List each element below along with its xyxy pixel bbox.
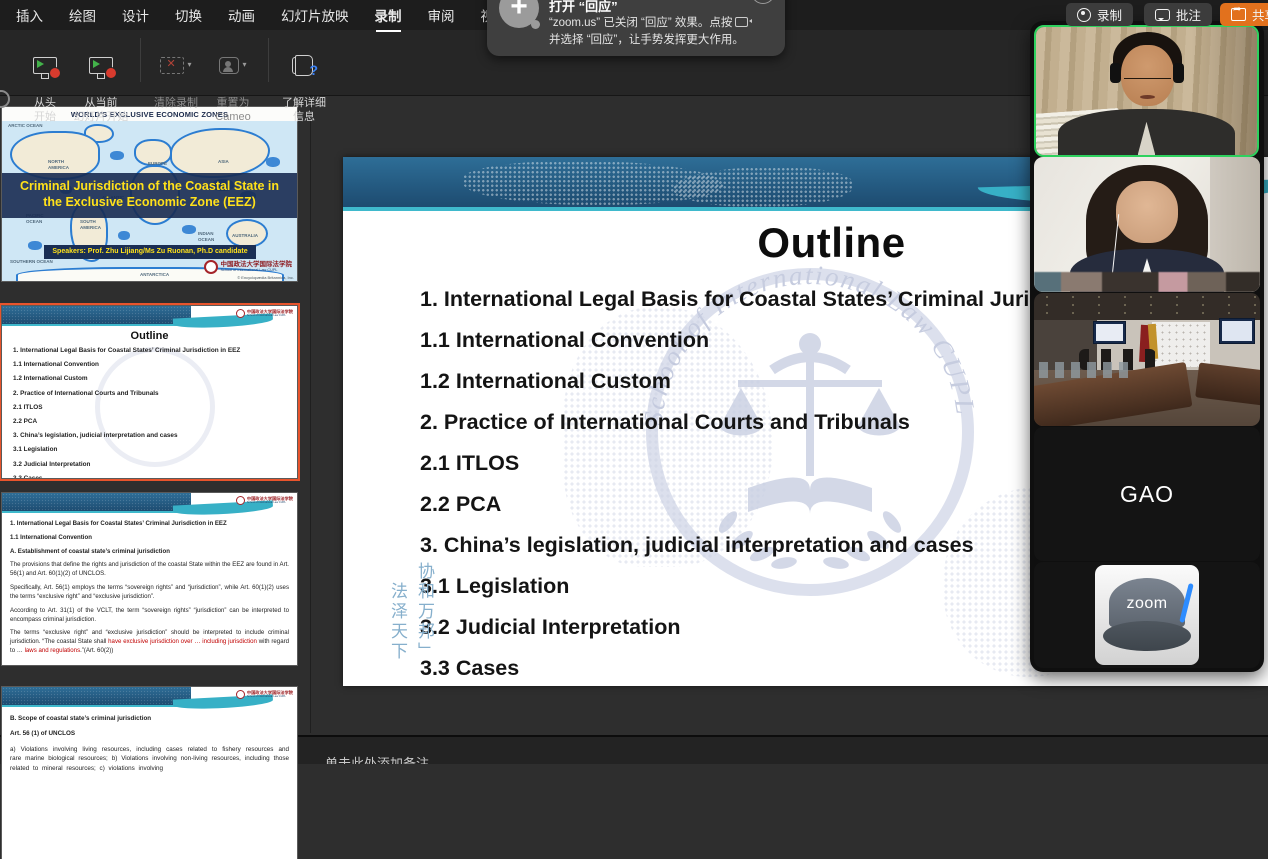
reaction-notification[interactable]: 打开 “回应” “zoom.us” 已关闭 “回应” 效果。点按 并选择 “回应…: [487, 0, 785, 56]
cameo-icon: ▾: [206, 49, 260, 81]
school-seal-icon: [236, 690, 245, 699]
ribbon-separator: [140, 38, 141, 82]
art: [1173, 63, 1184, 83]
world-map: ARCTIC OCEANNORTH AMERICAEUROPEASIAPACIF…: [2, 121, 297, 281]
screen: { "colors": { "accent_orange": "#e2711d"…: [0, 0, 1268, 762]
art: [1152, 322, 1211, 367]
record-from-current-button[interactable]: 从当前 幻灯片开始: [70, 36, 132, 137]
zoom-cap-avatar: zoom: [1095, 565, 1199, 665]
meeting-annotate-label: 批注: [1176, 5, 1201, 24]
learn-more-button[interactable]: 了解详细 信息: [276, 36, 332, 137]
reaction-plus-icon: [499, 0, 539, 28]
clear-recording-button[interactable]: ▾ 清除录制: [148, 36, 204, 124]
meeting-share-label: 共享: [1252, 5, 1268, 24]
annotate-icon: [1155, 9, 1170, 21]
ribbon-separator: [268, 38, 269, 82]
slide-header: 中国政法大学国际法学院 School of International Law …: [2, 687, 297, 709]
art: [1140, 95, 1155, 99]
notification-close-button[interactable]: ✕: [751, 0, 775, 4]
reset-cameo-button[interactable]: ▾ 重置为 Cameo: [206, 36, 260, 137]
record-from-beginning-button[interactable]: 从头 开始: [22, 36, 68, 137]
meeting-share-button[interactable]: 共享: [1220, 3, 1268, 26]
notification-body-line1: “zoom.us” 已关闭 “回应” 效果。点按: [549, 14, 748, 30]
school-seal-icon: [236, 496, 245, 505]
school-logo: 中国政法大学国际法学院 School of International Law …: [204, 260, 293, 274]
play-monitor-icon: [70, 49, 132, 81]
avatar-tile-zoom-cap[interactable]: zoom: [1034, 562, 1260, 668]
art: [1110, 63, 1121, 83]
deck-title: Criminal Jurisdiction of the Coastal Sta…: [2, 173, 297, 218]
thumbnail-panel-divider: [310, 95, 311, 733]
art: [1103, 621, 1190, 651]
art: [1034, 272, 1260, 292]
name-tile-gao[interactable]: GAO: [1034, 427, 1260, 561]
art: [1219, 318, 1255, 344]
video-camera-icon: [735, 17, 748, 27]
film-x-icon: ▾: [148, 49, 204, 81]
speakers-banner: Speakers: Prof. Zhu Lijiang/Ms Zu Ruonan…: [44, 245, 256, 259]
cap-logo-text: zoom: [1095, 595, 1199, 613]
video-tile-conference-room[interactable]: [1034, 293, 1260, 426]
video-tile-woman[interactable]: [1034, 157, 1260, 292]
notification-body-line2: 并选择 “回应”，让手势发挥更大作用。: [549, 31, 744, 47]
record-icon: [1077, 8, 1091, 22]
school-seal-icon: [204, 260, 218, 274]
rich-paragraph: The terms “exclusive right” and “exclusi…: [10, 629, 289, 655]
thumbnail-slide-2[interactable]: 中国政法大学国际法学院 School of International Law …: [2, 306, 297, 478]
art: [1039, 362, 1129, 378]
art: [1093, 321, 1127, 344]
school-logo: 中国政法大学国际法学院 School of International Law …: [236, 496, 293, 505]
share-icon: [1231, 8, 1246, 21]
meeting-annotate-button[interactable]: 批注: [1144, 3, 1212, 26]
zoom-participants-panel[interactable]: GAO zoom: [1030, 21, 1264, 672]
school-logo: 中国政法大学国际法学院 School of International Law …: [236, 309, 293, 318]
thumbnail-slide-4[interactable]: 中国政法大学国际法学院 School of International Law …: [2, 687, 297, 859]
map-credit: © Encyclopædia Britannica, Inc.: [237, 275, 294, 280]
slide-header: 中国政法大学国际法学院 School of International Law …: [2, 493, 297, 515]
thumbnail-slide-3[interactable]: 中国政法大学国际法学院 School of International Law …: [2, 493, 297, 665]
art: [1124, 71, 1170, 79]
calligraphy-motto: 协和万邦﹂ 法泽天下: [383, 562, 437, 662]
play-monitor-icon: [22, 49, 68, 81]
art: [1116, 181, 1177, 243]
outline-list: 1. International Legal Basis for Coastal…: [13, 347, 291, 478]
slide-body: 1. International Legal Basis for Coastal…: [10, 520, 289, 656]
school-logo: 中国政法大学国际法学院 School of International Law …: [236, 690, 293, 699]
slide-header: 中国政法大学国际法学院 School of International Law …: [2, 306, 297, 328]
school-seal-icon: [236, 309, 245, 318]
participant-name: GAO: [1120, 481, 1174, 508]
art: [1034, 293, 1260, 320]
video-tile-active-speaker[interactable]: [1034, 25, 1259, 157]
book-question-icon: [276, 49, 332, 81]
notification-title: 打开 “回应”: [549, 0, 618, 15]
meeting-record-label: 录制: [1097, 5, 1122, 24]
slide-title: Outline: [2, 330, 297, 342]
slide-body: B. Scope of coastal state’s criminal jur…: [10, 714, 289, 779]
notes-placeholder: 单击此处添加备注: [325, 753, 429, 764]
meeting-record-button[interactable]: 录制: [1066, 3, 1133, 26]
